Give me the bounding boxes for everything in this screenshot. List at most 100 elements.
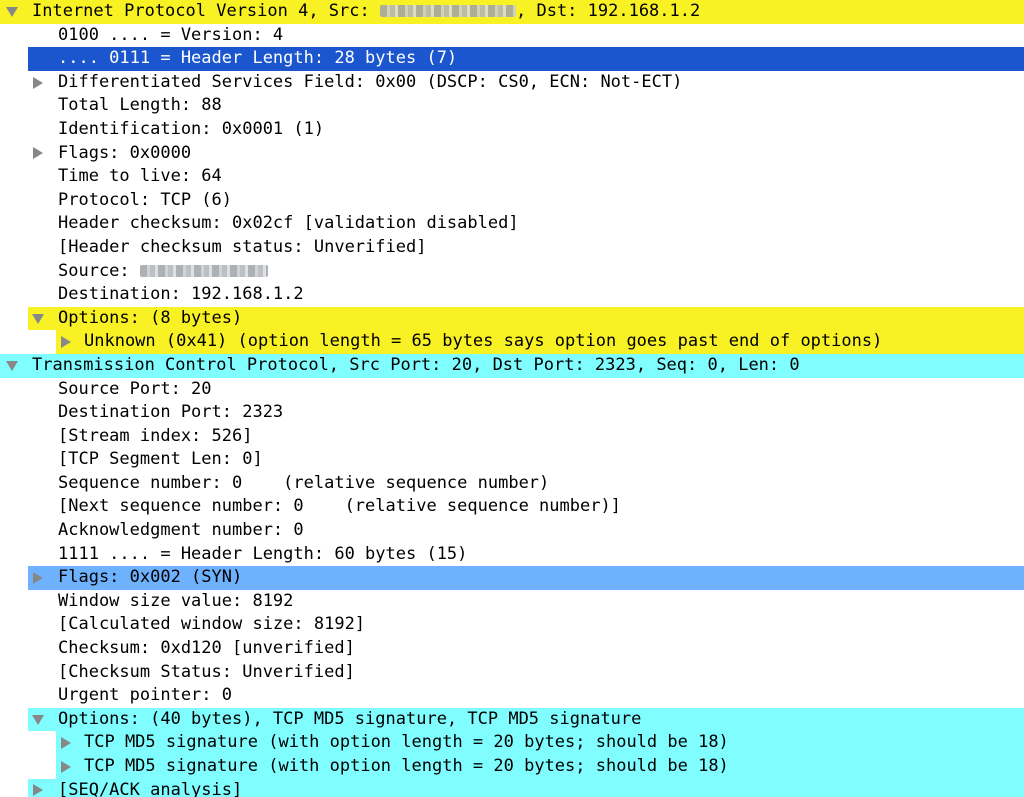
row-label: Source Port: 20	[58, 378, 212, 402]
tcp-seq-row[interactable]: Sequence number: 0 (relative sequence nu…	[0, 472, 1024, 496]
row-label-text: Header checksum: 0x02cf [validation disa…	[58, 213, 519, 234]
row-label-text: .... 0111 = Header Length: 28 bytes (7)	[58, 48, 458, 69]
tcp-stream-row[interactable]: [Stream index: 526]	[0, 425, 1024, 449]
disclosure-triangle-right-icon[interactable]	[56, 755, 76, 779]
ip-dsfield-row[interactable]: Differentiated Services Field: 0x00 (DSC…	[0, 71, 1024, 95]
row-label-text: [TCP Segment Len: 0]	[58, 449, 263, 470]
row-label-text: Flags: 0x002 (SYN)	[58, 567, 243, 588]
ip-protocol-row[interactable]: Protocol: TCP (6)	[0, 189, 1024, 213]
row-label-text: [Calculated window size: 8192]	[58, 614, 366, 635]
row-label: Acknowledgment number: 0	[58, 519, 304, 543]
tcp-window-row[interactable]: Window size value: 8192	[0, 590, 1024, 614]
ip-source-row[interactable]: Source:	[0, 260, 1024, 284]
row-label-text: Differentiated Services Field: 0x00 (DSC…	[58, 71, 683, 92]
disclosure-triangle-right-icon[interactable]	[56, 731, 76, 755]
ip-flags-row[interactable]: Flags: 0x0000	[0, 142, 1024, 166]
row-label: [TCP Segment Len: 0]	[58, 448, 263, 472]
row-label: TCP MD5 signature (with option length = …	[84, 755, 729, 779]
ip-version-row[interactable]: 0100 .... = Version: 4	[0, 24, 1024, 48]
row-label: Identification: 0x0001 (1)	[58, 118, 324, 142]
row-label-text: Flags: 0x0000	[58, 142, 192, 163]
packet-details-tree: Internet Protocol Version 4, Src: , Dst:…	[0, 0, 1024, 797]
row-label: Destination: 192.168.1.2	[58, 283, 304, 307]
tcp-flags-row[interactable]: Flags: 0x002 (SYN)	[0, 566, 1024, 590]
row-label-text: Destination: 192.168.1.2	[58, 284, 304, 305]
tcp-calc-window-row[interactable]: [Calculated window size: 8192]	[0, 613, 1024, 637]
disclosure-triangle-down-icon[interactable]	[28, 307, 48, 331]
row-label: Window size value: 8192	[58, 590, 293, 614]
row-label: .... 0111 = Header Length: 28 bytes (7)	[58, 47, 457, 71]
disclosure-triangle-right-icon[interactable]	[28, 566, 48, 590]
row-label: Differentiated Services Field: 0x00 (DSC…	[58, 71, 682, 95]
ip-total-length-row[interactable]: Total Length: 88	[0, 94, 1024, 118]
disclosure-triangle-down-icon[interactable]	[2, 0, 22, 24]
tcp-header-row[interactable]: Transmission Control Protocol, Src Port:…	[0, 353, 1024, 378]
row-label: Time to live: 64	[58, 165, 222, 189]
disclosure-triangle-down-icon[interactable]	[28, 708, 48, 732]
ip-header-length-row[interactable]: .... 0111 = Header Length: 28 bytes (7)	[0, 47, 1024, 71]
tcp-checksum-status-row[interactable]: [Checksum Status: Unverified]	[0, 661, 1024, 685]
row-label: Options: (8 bytes)	[58, 307, 242, 331]
row-label: Header checksum: 0x02cf [validation disa…	[58, 212, 519, 236]
ip-options-row[interactable]: Options: (8 bytes)	[0, 306, 1024, 331]
row-label-text: Options: (8 bytes)	[58, 307, 243, 328]
row-label: TCP MD5 signature (with option length = …	[84, 731, 729, 755]
disclosure-triangle-right-icon[interactable]	[28, 71, 48, 95]
ip-header-row[interactable]: Internet Protocol Version 4, Src: , Dst:…	[0, 0, 1024, 24]
disclosure-triangle-down-icon[interactable]	[2, 354, 22, 378]
row-label-text: Identification: 0x0001 (1)	[58, 118, 325, 139]
disclosure-triangle-right-icon[interactable]	[28, 779, 48, 797]
row-label-text: [Next sequence number: 0 (relative seque…	[58, 496, 621, 517]
tcp-checksum-row[interactable]: Checksum: 0xd120 [unverified]	[0, 637, 1024, 661]
ip-option-unknown-row[interactable]: Unknown (0x41) (option length = 65 bytes…	[0, 330, 1024, 354]
row-label: 1111 .... = Header Length: 60 bytes (15)	[58, 543, 467, 567]
row-label-text: Sequence number: 0 (relative sequence nu…	[58, 472, 550, 493]
row-label-text: Source Port: 20	[58, 378, 212, 399]
tcp-md5-option-row[interactable]: TCP MD5 signature (with option length = …	[0, 731, 1024, 755]
tcp-header-length-row[interactable]: 1111 .... = Header Length: 60 bytes (15)	[0, 543, 1024, 567]
row-label-text: [Header checksum status: Unverified]	[58, 236, 427, 257]
row-label-text: [Checksum Status: Unverified]	[58, 661, 355, 682]
row-label: [Checksum Status: Unverified]	[58, 661, 355, 685]
row-label: Flags: 0x0000	[58, 142, 191, 166]
ip-destination-row[interactable]: Destination: 192.168.1.2	[0, 283, 1024, 307]
row-label: [Calculated window size: 8192]	[58, 613, 365, 637]
row-label-text: Destination Port: 2323	[58, 402, 284, 423]
tcp-seqack-row[interactable]: [SEQ/ACK analysis]	[0, 778, 1024, 797]
row-label: Internet Protocol Version 4, Src: , Dst:…	[32, 0, 700, 24]
row-label: [Header checksum status: Unverified]	[58, 236, 426, 260]
row-label: Options: (40 bytes), TCP MD5 signature, …	[58, 708, 641, 732]
redacted-ip-address	[380, 5, 516, 17]
row-label-text: Window size value: 8192	[58, 590, 294, 611]
row-label-text: TCP MD5 signature (with option length = …	[84, 756, 729, 776]
row-label-text: Source:	[58, 260, 140, 281]
row-label-text: [Stream index: 526]	[58, 425, 253, 446]
tcp-md5-option-row[interactable]: TCP MD5 signature (with option length = …	[0, 755, 1024, 779]
row-label-tail: , Dst: 192.168.1.2	[516, 1, 701, 21]
tcp-dstport-row[interactable]: Destination Port: 2323	[0, 401, 1024, 425]
row-label: Source:	[58, 260, 268, 284]
tcp-ack-row[interactable]: Acknowledgment number: 0	[0, 519, 1024, 543]
row-label: Sequence number: 0 (relative sequence nu…	[58, 472, 549, 496]
row-label: [Stream index: 526]	[58, 425, 252, 449]
ip-checksum-row[interactable]: Header checksum: 0x02cf [validation disa…	[0, 212, 1024, 236]
row-label: Destination Port: 2323	[58, 401, 283, 425]
tcp-nextseq-row[interactable]: [Next sequence number: 0 (relative seque…	[0, 495, 1024, 519]
disclosure-triangle-right-icon[interactable]	[28, 142, 48, 166]
row-label: [Next sequence number: 0 (relative seque…	[58, 495, 621, 519]
row-label: Transmission Control Protocol, Src Port:…	[32, 354, 800, 378]
row-label-text: Options: (40 bytes), TCP MD5 signature, …	[58, 708, 642, 729]
row-label-text: Acknowledgment number: 0	[58, 520, 304, 541]
ip-checksum-status-row[interactable]: [Header checksum status: Unverified]	[0, 236, 1024, 260]
tcp-srcport-row[interactable]: Source Port: 20	[0, 378, 1024, 402]
ip-ttl-row[interactable]: Time to live: 64	[0, 165, 1024, 189]
row-label: Protocol: TCP (6)	[58, 189, 232, 213]
disclosure-triangle-right-icon[interactable]	[56, 330, 76, 354]
tcp-seglen-row[interactable]: [TCP Segment Len: 0]	[0, 448, 1024, 472]
row-label-text: Internet Protocol Version 4, Src:	[32, 1, 380, 21]
tcp-options-row[interactable]: Options: (40 bytes), TCP MD5 signature, …	[0, 707, 1024, 732]
tcp-urgent-row[interactable]: Urgent pointer: 0	[0, 684, 1024, 708]
ip-identification-row[interactable]: Identification: 0x0001 (1)	[0, 118, 1024, 142]
row-label-text: Urgent pointer: 0	[58, 685, 232, 706]
row-label: 0100 .... = Version: 4	[58, 24, 283, 48]
